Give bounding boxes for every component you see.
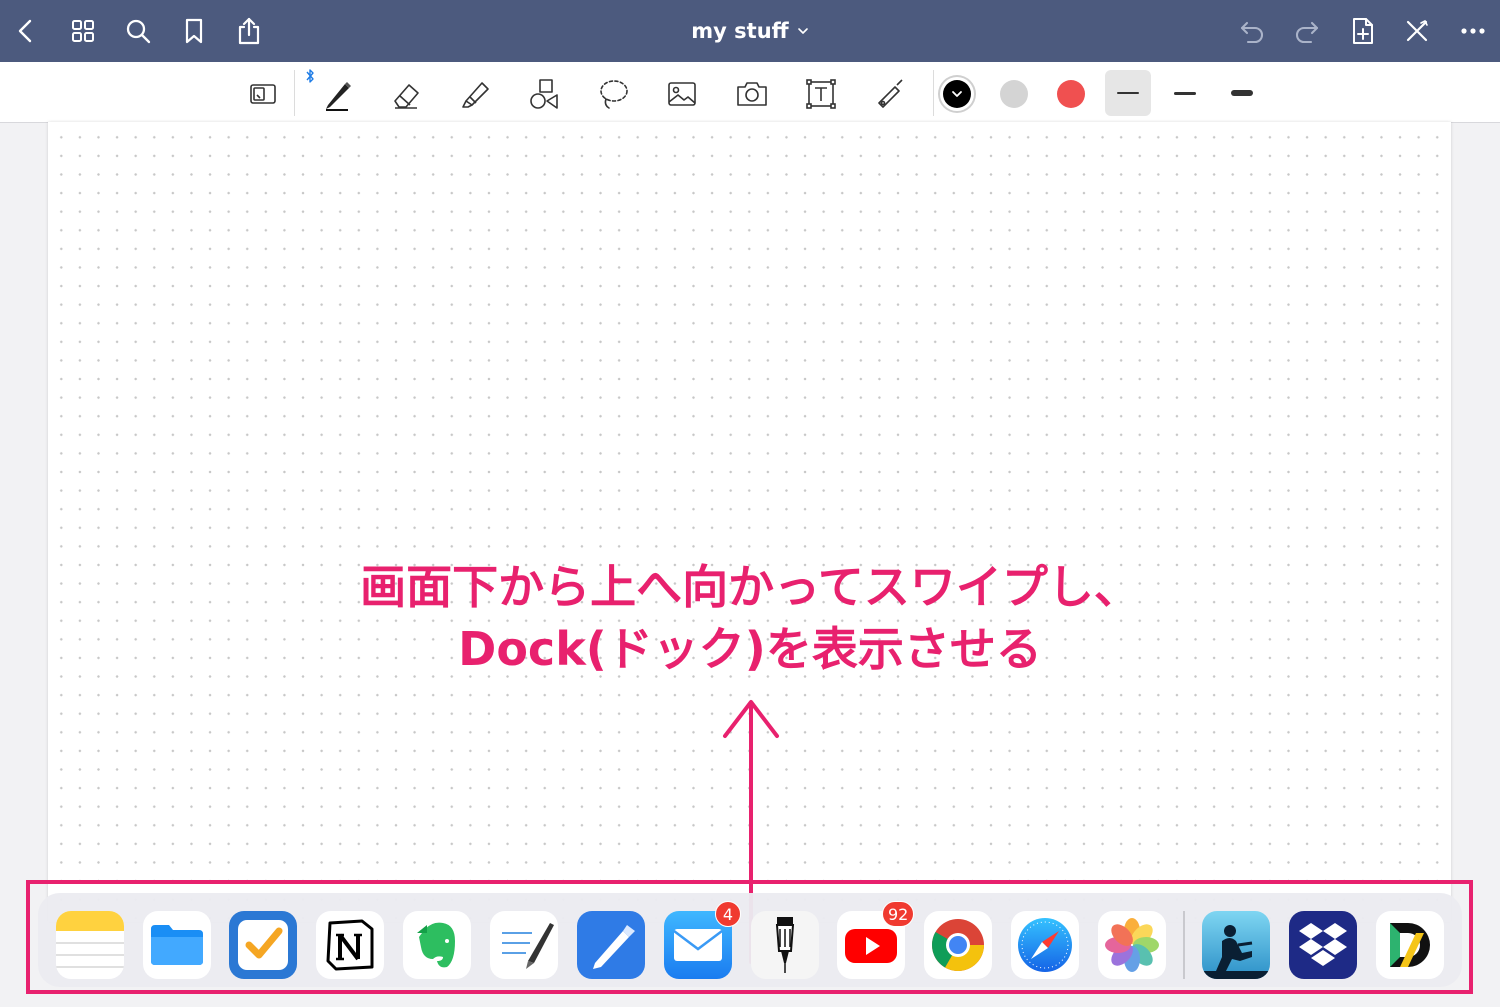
bookmark-icon[interactable] bbox=[176, 13, 212, 49]
redo-icon[interactable] bbox=[1289, 13, 1325, 49]
color-swatch-black[interactable] bbox=[943, 80, 971, 108]
back-icon[interactable] bbox=[8, 13, 44, 49]
read-mode-icon[interactable] bbox=[239, 72, 285, 116]
nav-bar: my stuff bbox=[0, 0, 1500, 62]
image-icon[interactable] bbox=[659, 72, 705, 116]
tool-bar bbox=[0, 62, 1500, 123]
add-page-icon[interactable] bbox=[1345, 13, 1381, 49]
dock-highlight-frame bbox=[26, 880, 1473, 994]
lasso-icon[interactable] bbox=[590, 72, 636, 116]
undo-icon[interactable] bbox=[1234, 13, 1270, 49]
stroke-width-medium[interactable] bbox=[1162, 70, 1208, 116]
instruction-line-1: 画面下から上へ向かってスワイプし、 bbox=[360, 560, 1140, 614]
textbox-icon[interactable] bbox=[798, 72, 844, 116]
notebook-title: my stuff bbox=[691, 19, 789, 43]
toolbar-divider bbox=[933, 70, 934, 116]
grid-icon[interactable] bbox=[65, 13, 101, 49]
color-swatch-red[interactable] bbox=[1057, 80, 1085, 108]
stroke-width-thick[interactable] bbox=[1219, 70, 1265, 116]
title-bar: my stuff bbox=[0, 0, 1500, 62]
toolbar-divider bbox=[294, 70, 295, 116]
camera-icon[interactable] bbox=[729, 72, 775, 116]
stroke-width-thin[interactable] bbox=[1105, 70, 1151, 116]
pen-icon[interactable] bbox=[314, 72, 360, 116]
notebook-title-dropdown[interactable]: my stuff bbox=[691, 19, 808, 43]
search-icon[interactable] bbox=[120, 13, 156, 49]
laser-pointer-icon[interactable] bbox=[867, 72, 913, 116]
close-icon[interactable] bbox=[1399, 13, 1435, 49]
highlighter-icon[interactable] bbox=[452, 72, 498, 116]
more-icon[interactable] bbox=[1455, 13, 1491, 49]
share-icon[interactable] bbox=[231, 13, 267, 49]
shapes-icon[interactable] bbox=[521, 72, 567, 116]
instruction-annotation: 画面下から上へ向かってスワイプし、 Dock(ドック)を表示させる bbox=[0, 556, 1500, 680]
chevron-down-icon bbox=[797, 25, 809, 37]
color-swatch-gray[interactable] bbox=[1000, 80, 1028, 108]
eraser-icon[interactable] bbox=[383, 72, 429, 116]
instruction-line-2: Dock(ドック)を表示させる bbox=[458, 622, 1042, 676]
